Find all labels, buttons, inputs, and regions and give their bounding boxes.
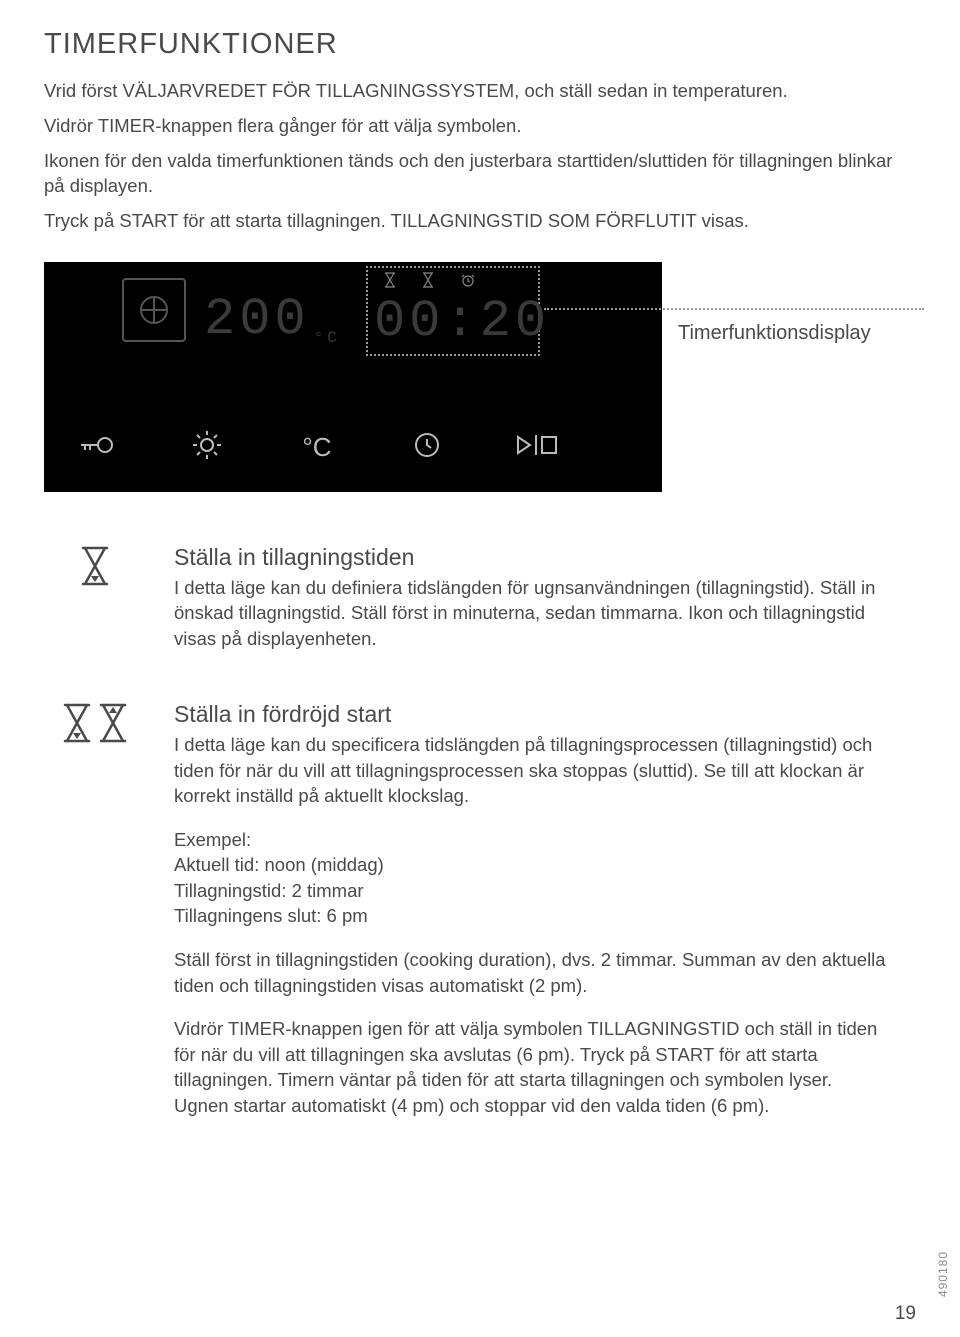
section-cooking-time: Ställa in tillagningstiden I detta läge … <box>44 544 916 670</box>
timer-readout-wrap: 00:20 <box>374 278 550 348</box>
section2-body2: Ställ först in tillagningstiden (cooking… <box>174 947 890 998</box>
example-line2: Tillagningstid: 2 timmar <box>174 880 364 901</box>
section2-title: Ställa in fördröjd start <box>174 701 890 728</box>
timer-value: 00:20 <box>374 296 550 348</box>
display-bottom-controls: °C <box>72 430 562 466</box>
example-line1: Aktuell tid: noon (middag) <box>174 854 384 875</box>
example-label: Exempel: <box>174 829 251 850</box>
section-body: Ställa in tillagningstiden I detta läge … <box>174 544 916 670</box>
display-illustration: 200°C 00:20 <box>44 262 924 492</box>
section-icon-col-2 <box>44 701 174 1118</box>
callout-leader-line <box>544 308 924 310</box>
intro-line-4: Tryck på START för att starta tillagning… <box>44 209 916 234</box>
oven-display-panel: 200°C 00:20 <box>44 262 662 492</box>
hourglass-icon <box>62 703 92 743</box>
temperature-readout: 200°C <box>204 294 343 346</box>
display-main-row: 200°C <box>122 278 343 346</box>
section-icon-col <box>44 544 174 670</box>
degrees-c-icon: °C <box>292 432 342 463</box>
hourglass-icon-2 <box>98 703 128 743</box>
intro-line-2: Vidrör TIMER-knappen flera gånger för at… <box>44 114 916 139</box>
start-stop-icon <box>512 433 562 463</box>
section2-body1: I detta läge kan du specificera tidsläng… <box>174 732 890 809</box>
document-id: 490180 <box>936 1251 950 1297</box>
sections: Ställa in tillagningstiden I detta läge … <box>44 544 916 1118</box>
intro-line-1: Vrid först VÄLJARVREDET FÖR TILLAGNINGSS… <box>44 79 916 104</box>
hourglass-icon <box>80 546 110 586</box>
clock-icon <box>402 431 452 465</box>
section1-title: Ställa in tillagningstiden <box>174 544 890 571</box>
light-icon <box>182 430 232 466</box>
page-title: TIMERFUNKTIONER <box>44 28 916 61</box>
key-icon <box>72 434 122 462</box>
temp-value: 200 <box>204 294 310 346</box>
section1-text: I detta läge kan du definiera tidslängde… <box>174 575 890 652</box>
section2-body: Ställa in fördröjd start I detta läge ka… <box>174 701 916 1118</box>
section2-example: Exempel: Aktuell tid: noon (middag) Till… <box>174 827 890 929</box>
oven-mode-icon <box>122 278 186 342</box>
section-delayed-start: Ställa in fördröjd start I detta läge ka… <box>44 701 916 1118</box>
page-number: 19 <box>895 1303 916 1325</box>
temp-unit: °C <box>314 330 341 346</box>
example-line3: Tillagningens slut: 6 pm <box>174 905 368 926</box>
callout-label: Timerfunktionsdisplay <box>678 322 871 345</box>
intro-line-3: Ikonen för den valda timerfunktionen tän… <box>44 149 916 199</box>
section2-body3: Vidrör TIMER-knappen igen för att välja … <box>174 1016 890 1118</box>
manual-page: TIMERFUNKTIONER Vrid först VÄLJARVREDET … <box>0 0 960 1337</box>
intro-block: Vrid först VÄLJARVREDET FÖR TILLAGNINGSS… <box>44 79 916 234</box>
